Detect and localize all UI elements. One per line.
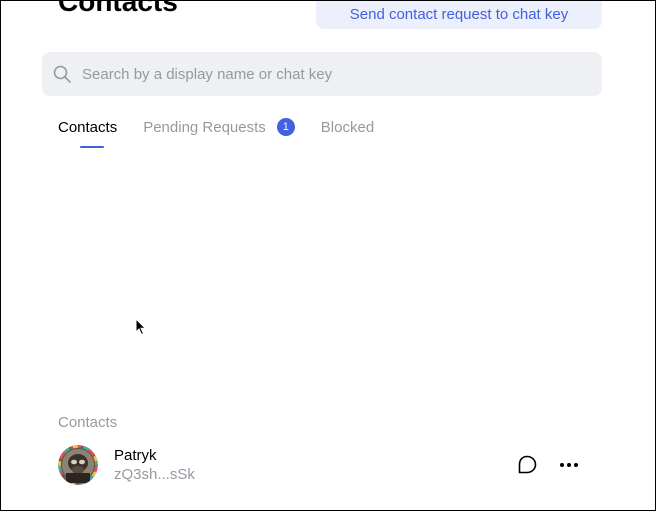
- tab-contacts[interactable]: Contacts: [58, 118, 118, 148]
- tab-label: Contacts: [58, 118, 118, 136]
- page-title: Contacts: [58, 0, 178, 17]
- tab-blocked[interactable]: Blocked: [321, 119, 374, 136]
- tab-pending-requests[interactable]: Pending Requests 1: [143, 118, 295, 136]
- contacts-section-label: Contacts: [58, 414, 118, 431]
- contact-list-item[interactable]: Patryk zQ3sh...sSk: [58, 444, 588, 486]
- search-bar[interactable]: [42, 52, 602, 96]
- more-icon[interactable]: [558, 454, 580, 476]
- tab-bar: Contacts Pending Requests 1 Blocked: [58, 115, 400, 148]
- contact-details: Patryk zQ3sh...sSk: [114, 446, 195, 484]
- contact-name: Patryk: [114, 447, 157, 464]
- pending-count-badge: 1: [276, 118, 295, 136]
- search-input[interactable]: [80, 64, 584, 84]
- contacts-page: Contacts Send contact request to chat ke…: [0, 0, 656, 511]
- chat-icon[interactable]: [516, 454, 538, 476]
- avatar[interactable]: [58, 445, 98, 485]
- tab-label: Pending Requests: [143, 118, 266, 136]
- tab-label: Blocked: [320, 118, 375, 136]
- mouse-cursor-icon: [135, 317, 147, 341]
- send-contact-request-button[interactable]: Send contact request to chat key: [316, 1, 602, 29]
- search-icon: [52, 64, 72, 84]
- contact-chat-key: zQ3sh...sSk: [114, 466, 195, 483]
